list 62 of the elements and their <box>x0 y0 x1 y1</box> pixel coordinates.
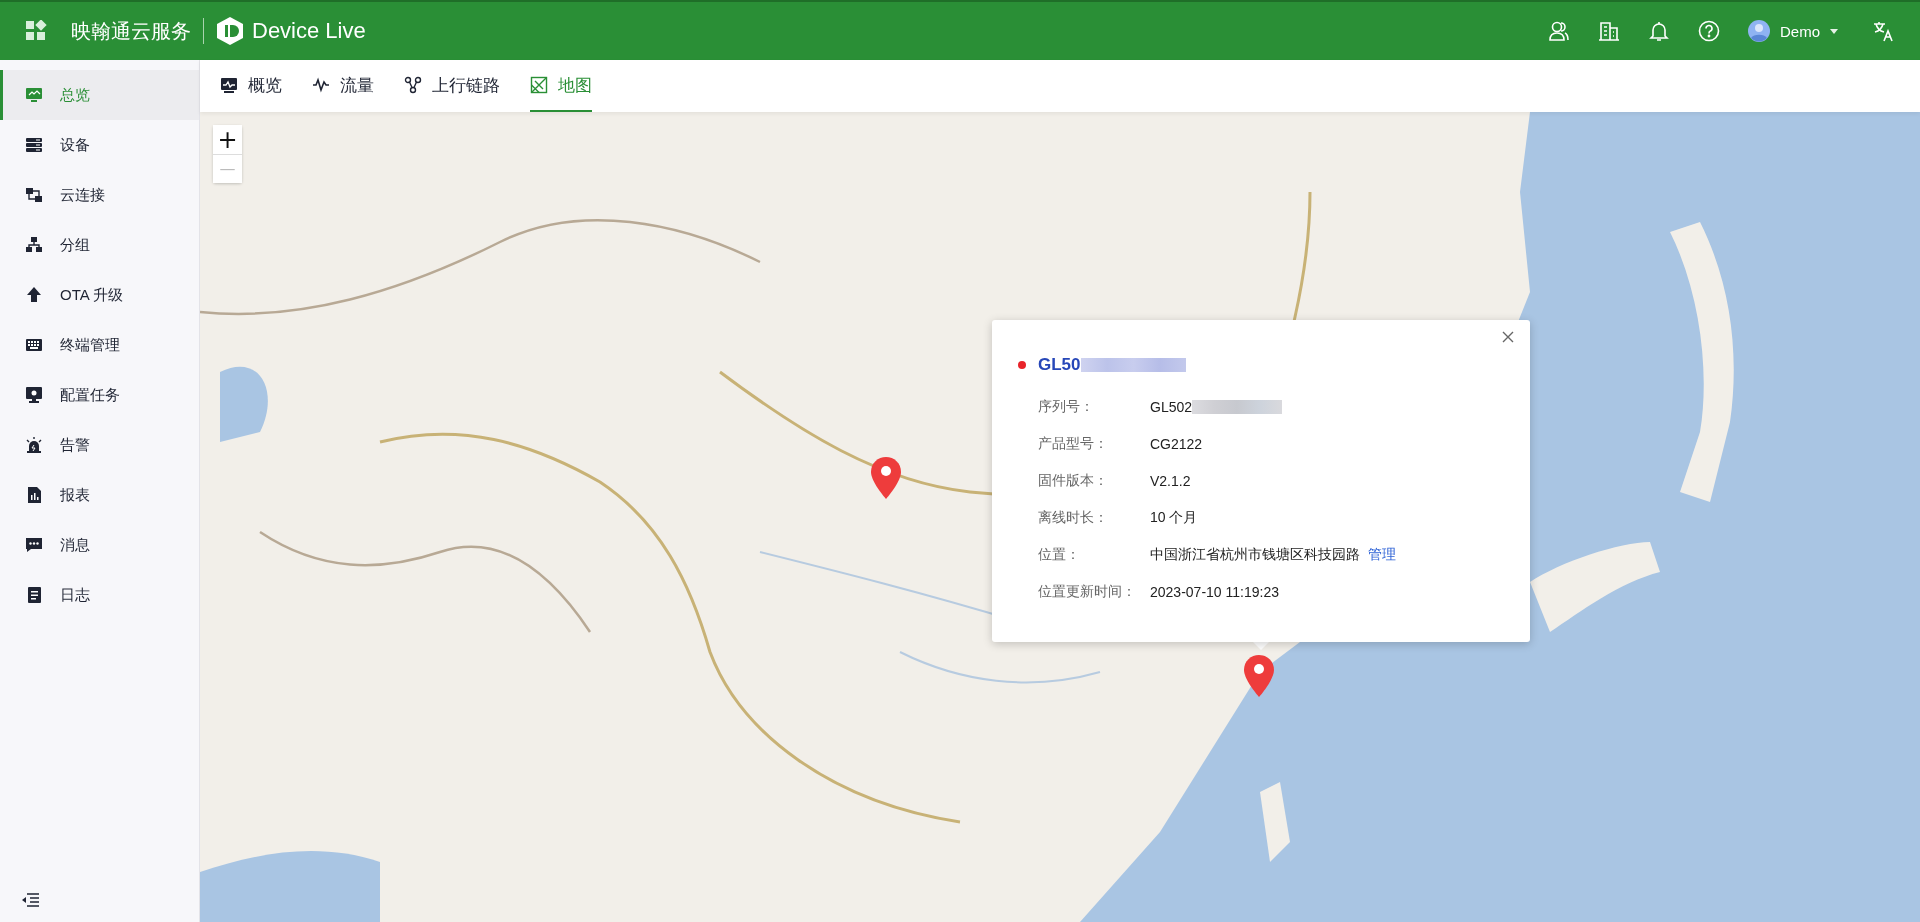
nodes-icon <box>404 76 422 94</box>
apps-icon[interactable] <box>25 20 47 42</box>
field-label: 序列号： <box>1038 397 1095 416</box>
field-label: 固件版本： <box>1038 471 1109 490</box>
sidebar-item[interactable]: 日志 <box>0 570 199 620</box>
field-value: GL502 <box>1150 398 1193 415</box>
field-label: 产品型号： <box>1038 434 1109 453</box>
brand-name: 映翰通云服务 <box>71 18 191 44</box>
pulse-icon <box>312 76 330 94</box>
field-value: 2023-07-10 11:19:23 <box>1150 583 1279 600</box>
tab[interactable]: 流量 <box>312 60 374 112</box>
keyboard-icon <box>25 336 43 354</box>
field-label: 位置： <box>1038 545 1081 564</box>
upload-arrow-icon <box>25 286 43 304</box>
map-pin-icon[interactable] <box>1244 655 1274 697</box>
server-icon <box>25 136 43 154</box>
alarm-light-icon <box>25 436 43 454</box>
monitor-gear-icon <box>25 386 43 404</box>
map-icon <box>530 76 548 94</box>
avatar-icon <box>1748 20 1770 42</box>
monitor-icon <box>220 76 238 94</box>
sidebar-item[interactable]: 配置任务 <box>0 370 199 420</box>
caret-icon <box>1830 28 1838 34</box>
hierarchy-icon <box>25 236 43 254</box>
monitor-icon <box>25 86 43 104</box>
sidebar-item[interactable]: 告警 <box>0 420 199 470</box>
manage-link[interactable]: 管理 <box>1368 545 1396 564</box>
sidebar-item[interactable]: 云连接 <box>0 170 199 220</box>
sidebar-item[interactable]: OTA 升级 <box>0 270 199 320</box>
device-name[interactable]: GL50 <box>1038 355 1081 375</box>
message-icon <box>25 536 43 554</box>
building-icon[interactable] <box>1598 20 1620 42</box>
document-icon <box>25 586 43 604</box>
translate-icon[interactable] <box>1872 20 1894 42</box>
sidebar-item[interactable]: 分组 <box>0 220 199 270</box>
sidebar-item[interactable]: 报表 <box>0 470 199 520</box>
field-value: 10 个月 <box>1150 508 1198 527</box>
help-icon[interactable] <box>1698 20 1720 42</box>
report-icon <box>25 486 43 504</box>
field-value: CG2122 <box>1150 435 1203 452</box>
connection-icon <box>25 186 43 204</box>
tab[interactable]: 概览 <box>220 60 282 112</box>
sidebar-item[interactable]: 终端管理 <box>0 320 199 370</box>
zoom-in-button[interactable]: + <box>213 125 242 154</box>
user-menu[interactable]: Demo <box>1748 20 1838 42</box>
users-icon[interactable] <box>1548 20 1570 42</box>
close-button[interactable] <box>1500 329 1516 345</box>
sidebar-item[interactable]: 设备 <box>0 120 199 170</box>
field-label: 位置更新时间： <box>1038 582 1137 601</box>
field-value: V2.1.2 <box>1150 472 1191 489</box>
sidebar-item[interactable]: 总览 <box>0 70 199 120</box>
user-name: Demo <box>1780 22 1820 40</box>
field-value: 中国浙江省杭州市钱塘区科技园路 <box>1150 545 1360 564</box>
bell-icon[interactable] <box>1648 20 1670 42</box>
collapse-menu-icon[interactable] <box>20 892 40 908</box>
map-pin-icon[interactable] <box>871 457 901 499</box>
tab[interactable]: 上行链路 <box>404 60 500 112</box>
sidebar-item[interactable]: 消息 <box>0 520 199 570</box>
close-icon <box>1502 331 1514 343</box>
product-name: Device Live <box>252 18 366 44</box>
hexagon-logo-icon <box>216 16 244 46</box>
field-label: 离线时长： <box>1038 508 1109 527</box>
